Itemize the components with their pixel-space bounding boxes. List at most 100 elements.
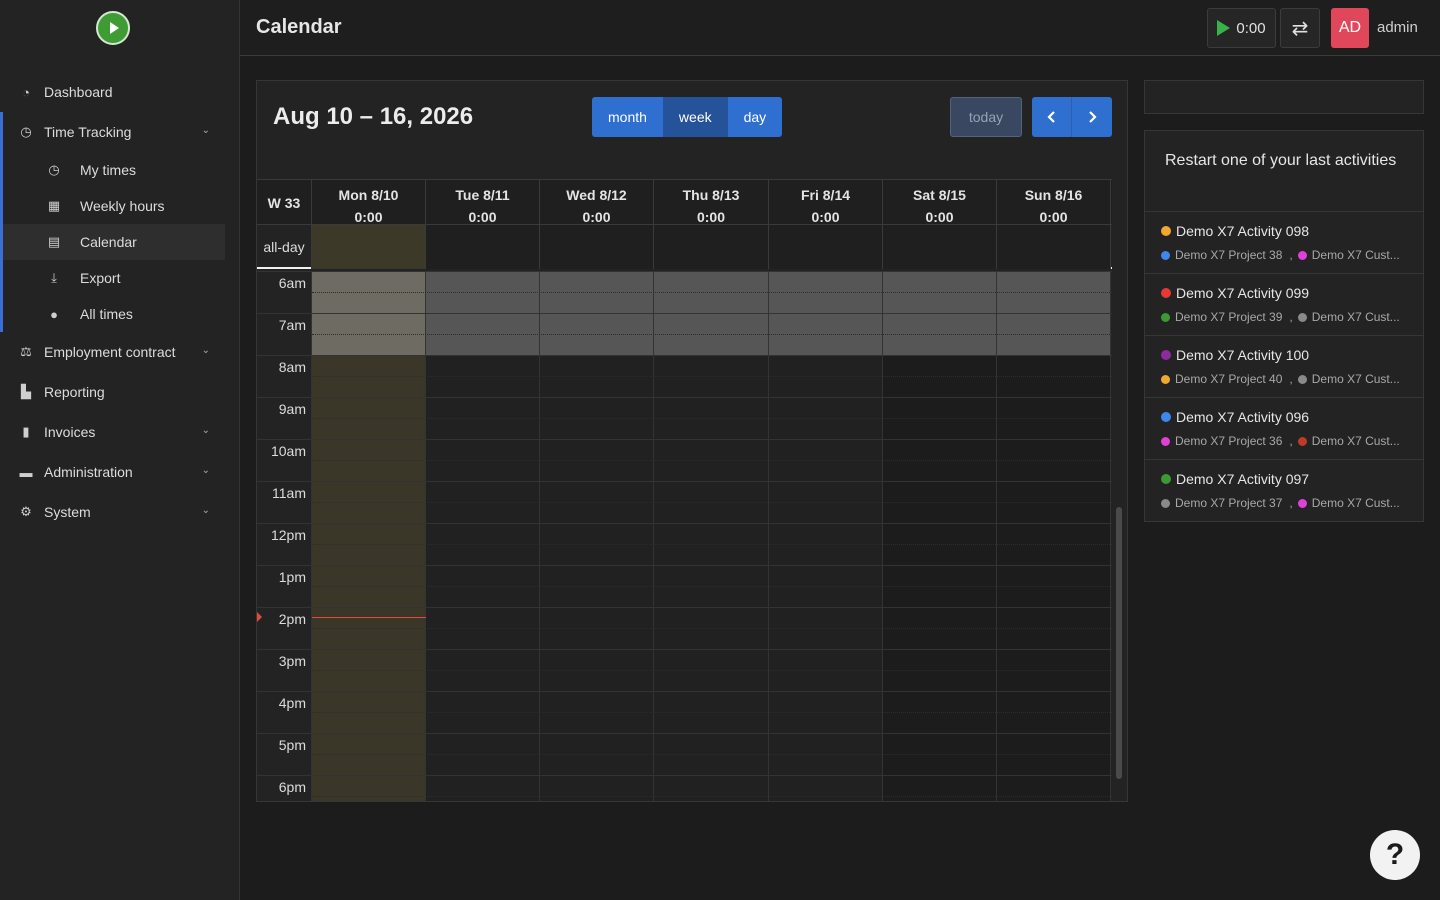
chart-icon: ▙ xyxy=(21,384,31,399)
sidebar: ◔ Dashboard ◷ Time Tracking ⌄ ◷ My times… xyxy=(0,0,240,900)
label-column-border xyxy=(311,271,312,801)
day-header-label: Fri 8/14 xyxy=(800,187,851,203)
sidebar-item-reporting[interactable]: ▙ Reporting xyxy=(0,372,240,412)
half-hour-line xyxy=(312,796,1112,797)
day-header[interactable]: Mon 8/10 0:00 xyxy=(312,180,426,226)
dashboard-icon: ◔ xyxy=(22,84,30,100)
sidebar-item-time-tracking[interactable]: ◷ Time Tracking ⌄ xyxy=(0,112,240,152)
right-panel-top xyxy=(1144,80,1424,114)
sidebar-item-dashboard[interactable]: ◔ Dashboard xyxy=(0,72,240,112)
recent-activity-item[interactable]: Demo X7 Activity 098 Demo X7 Project 38, D… xyxy=(1145,211,1423,273)
download-icon: ⤓ xyxy=(51,270,57,285)
recent-activity-item[interactable]: Demo X7 Activity 100 Demo X7 Project 40, D… xyxy=(1145,335,1423,397)
activity-color-dot xyxy=(1161,226,1171,236)
sidebar-item-invoices[interactable]: ▮ Invoices ⌄ xyxy=(0,412,240,452)
sidebar-item-label: Weekly hours xyxy=(80,198,165,214)
time-grid[interactable]: 6am 7am 8am 9am 10am 11am 12pm 1pm 2pm 3pm 4pm 5pm 6… xyxy=(257,271,1112,801)
recent-activity-item[interactable]: Demo X7 Activity 096 Demo X7 Project 36, D… xyxy=(1145,397,1423,459)
day-view-button[interactable]: day xyxy=(727,97,783,137)
sync-button[interactable]: ⇄ xyxy=(1280,8,1320,48)
clock-icon: ◷ xyxy=(20,124,32,139)
column-line xyxy=(539,271,540,801)
separator: , xyxy=(1289,496,1293,510)
timer-button[interactable]: 0:00 xyxy=(1207,8,1276,48)
day-header[interactable]: Tue 8/11 0:00 xyxy=(426,180,540,226)
hour-line xyxy=(312,523,1112,524)
activity-details: Demo X7 Project 36, Demo X7 Cust... xyxy=(1161,434,1417,448)
hour-label: 12pm xyxy=(270,527,306,543)
day-header-label: Tue 8/11 xyxy=(455,187,510,203)
hour-label-line xyxy=(257,271,312,272)
allday-cell[interactable] xyxy=(654,225,769,269)
week-view-button[interactable]: week xyxy=(662,97,728,137)
activity-color-dot xyxy=(1161,474,1171,484)
allday-label: all-day xyxy=(257,225,312,269)
sidebar-item-weekly-hours[interactable]: ▦ Weekly hours xyxy=(0,188,225,224)
next-button[interactable] xyxy=(1072,97,1112,137)
hour-line xyxy=(312,397,1112,398)
allday-cell[interactable] xyxy=(312,225,426,269)
half-hour-line xyxy=(312,754,1112,755)
separator: , xyxy=(1289,372,1293,386)
logo-play-icon[interactable] xyxy=(96,11,130,45)
today-button[interactable]: today xyxy=(950,97,1022,137)
chevron-down-icon: ⌄ xyxy=(201,345,210,356)
allday-cell[interactable] xyxy=(769,225,883,269)
activity-customer: Demo X7 Cust... xyxy=(1311,310,1400,324)
sidebar-item-calendar[interactable]: ▤ Calendar xyxy=(0,224,225,260)
allday-cell[interactable] xyxy=(540,225,654,269)
day-header[interactable]: Sun 8/16 0:00 xyxy=(997,180,1111,226)
hour-label-line xyxy=(257,775,312,776)
day-header[interactable]: Thu 8/13 0:00 xyxy=(654,180,769,226)
half-hour-line xyxy=(312,292,1112,293)
day-header-label: Sat 8/15 xyxy=(913,187,966,203)
sidebar-item-employment-contract[interactable]: ⚖ Employment contract ⌄ xyxy=(0,332,240,372)
month-view-button[interactable]: month xyxy=(592,97,663,137)
day-header[interactable]: Fri 8/14 0:00 xyxy=(769,180,883,226)
sidebar-item-my-times[interactable]: ◷ My times xyxy=(0,152,225,188)
activity-name-row: Demo X7 Activity 096 xyxy=(1161,409,1309,425)
customer-color-dot xyxy=(1297,250,1307,260)
calendar-scrollbar[interactable] xyxy=(1116,507,1122,779)
sidebar-item-label: Employment contract xyxy=(44,344,176,360)
hour-label-line xyxy=(257,355,312,356)
username[interactable]: admin xyxy=(1377,19,1418,36)
sidebar-item-all-times[interactable]: ● All times xyxy=(0,296,225,332)
allday-cell[interactable] xyxy=(883,225,997,269)
activity-customer: Demo X7 Cust... xyxy=(1311,434,1400,448)
scale-icon: ⚖ xyxy=(20,344,32,359)
day-header[interactable]: Wed 8/12 0:00 xyxy=(540,180,654,226)
activity-project: Demo X7 Project 36 xyxy=(1175,434,1283,448)
sidebar-item-label: Calendar xyxy=(80,234,137,250)
half-hour-line xyxy=(312,460,1112,461)
activity-color-dot xyxy=(1161,288,1171,298)
sidebar-item-label: Reporting xyxy=(44,384,105,400)
help-button[interactable]: ? xyxy=(1370,830,1420,880)
allday-cell[interactable] xyxy=(426,225,540,269)
page-title: Calendar xyxy=(256,16,342,38)
hour-line xyxy=(312,481,1112,482)
allday-cell[interactable] xyxy=(997,225,1111,269)
activity-name: Demo X7 Activity 096 xyxy=(1176,409,1310,425)
column-line xyxy=(996,271,997,801)
half-hour-line xyxy=(312,334,1112,335)
day-header[interactable]: Sat 8/15 0:00 xyxy=(883,180,997,226)
sidebar-item-system[interactable]: ⚙ System ⌄ xyxy=(0,492,240,532)
previous-button[interactable] xyxy=(1032,97,1072,137)
file-icon: ▮ xyxy=(22,424,30,439)
sidebar-item-export[interactable]: ⤓ Export xyxy=(0,260,225,296)
column-line xyxy=(882,271,883,801)
recent-activity-item[interactable]: Demo X7 Activity 097 Demo X7 Project 37, D… xyxy=(1145,459,1423,521)
sidebar-item-label: Time Tracking xyxy=(44,124,132,140)
time-tracking-group: ◷ Time Tracking ⌄ ◷ My times ▦ Weekly ho… xyxy=(0,112,240,332)
allday-row: all-day xyxy=(257,225,1112,269)
recent-activity-item[interactable]: Demo X7 Activity 099 Demo X7 Project 39, D… xyxy=(1145,273,1423,335)
calendar-nav xyxy=(1032,97,1112,137)
table-icon: ▦ xyxy=(47,198,61,213)
sidebar-item-administration[interactable]: ▬ Administration ⌄ xyxy=(0,452,240,492)
hour-label-line xyxy=(257,607,312,608)
day-header-label: Thu 8/13 xyxy=(682,187,740,203)
chevron-left-icon xyxy=(1046,111,1055,123)
week-grid: W 33 Mon 8/10 0:00 Tue 8/11 0:00 Wed 8/12 0:0… xyxy=(257,179,1127,801)
avatar[interactable]: AD xyxy=(1331,8,1369,48)
